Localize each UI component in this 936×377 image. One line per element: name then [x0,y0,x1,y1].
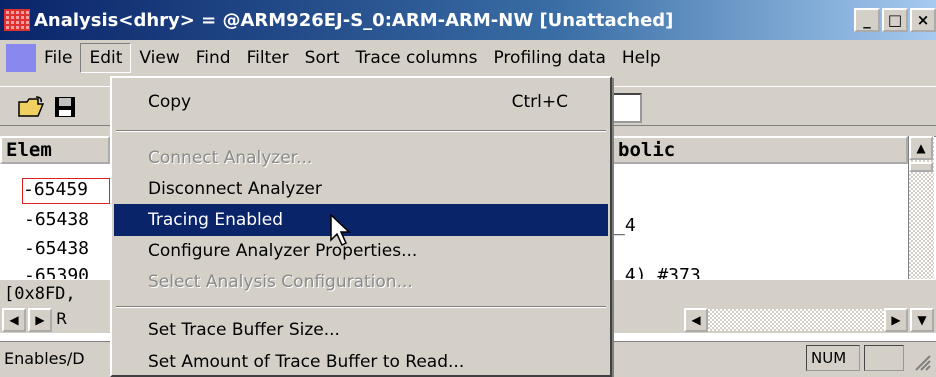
edit-menu-dropdown: Copy Ctrl+C Connect Analyzer... Disconne… [110,76,612,377]
minimize-button[interactable]: _ [854,8,880,32]
open-folder-icon[interactable] [16,93,46,121]
num-indicator: NUM [806,345,860,371]
mouse-pointer-icon [330,213,352,253]
table-row[interactable]: -65438 [24,238,89,259]
menu-item-tracing-enabled[interactable]: Tracing Enabled [114,204,608,236]
menu-item-disconnect-analyzer[interactable]: Disconnect Analyzer [114,173,608,205]
window-controls: _ □ × [852,8,936,32]
menu-item-configure-analyzer-properties[interactable]: Configure Analyzer Properties... [114,235,608,267]
menu-separator [116,130,606,132]
scroll-down-icon[interactable]: ▼ [910,308,934,332]
save-disk-icon[interactable] [50,93,80,121]
menu-item-copy[interactable]: Copy Ctrl+C [114,86,608,118]
menu-file[interactable]: File [36,43,80,73]
menu-separator [116,306,606,308]
scroll-up-icon[interactable]: ▲ [909,136,933,160]
table-row[interactable]: -65459 [22,178,110,204]
menu-item-select-analysis-configuration[interactable]: Select Analysis Configuration... [114,266,608,298]
menu-find[interactable]: Find [188,43,239,73]
menu-item-connect-analyzer[interactable]: Connect Analyzer... [114,142,608,174]
tab-scroll-right-icon[interactable]: ▶ [28,308,52,332]
menu-bar: File Edit View Find Filter Sort Trace co… [0,43,936,73]
menu-view[interactable]: View [131,43,187,73]
symbolic-cell: _4) #373 [614,265,701,279]
status-text: Enables/D [4,349,85,368]
close-button[interactable]: × [910,8,936,32]
title-bar[interactable]: Analysis<dhry> = @ARM926EJ-S_0:ARM-ARM-N… [0,0,936,40]
status-panel-empty [864,345,904,371]
app-icon [4,7,30,33]
menu-sort[interactable]: Sort [297,43,348,73]
tab-r[interactable]: R [56,309,67,328]
scroll-thumb[interactable] [909,162,933,172]
window-title: Analysis<dhry> = @ARM926EJ-S_0:ARM-ARM-N… [34,9,674,31]
menu-filter[interactable]: Filter [239,43,297,73]
menu-profiling-data[interactable]: Profiling data [485,43,613,73]
table-row[interactable]: -65438 [24,209,89,230]
maximize-button[interactable]: □ [882,8,908,32]
menu-edit[interactable]: Edit [80,43,132,73]
tab-scroll-left-icon[interactable]: ◀ [2,308,26,332]
menu-trace-columns[interactable]: Trace columns [348,43,486,73]
horizontal-scrollbar[interactable] [708,309,884,331]
menu-item-set-trace-buffer-size[interactable]: Set Trace Buffer Size... [114,314,608,346]
menu-item-shortcut: Ctrl+C [511,92,568,112]
menu-help[interactable]: Help [614,43,669,73]
table-row[interactable]: -65390 [24,265,89,279]
analysis-window: Analysis<dhry> = @ARM926EJ-S_0:ARM-ARM-N… [0,0,936,377]
menu-item-set-amount-trace-buffer[interactable]: Set Amount of Trace Buffer to Read... [114,346,608,377]
menu-item-label: Copy [148,92,192,112]
vertical-scrollbar[interactable]: ▲ [908,136,934,279]
document-icon[interactable] [6,44,36,72]
column-header-elem[interactable]: Elem [0,136,110,164]
hscroll-left-icon[interactable]: ◀ [684,308,708,332]
resize-grip-icon[interactable] [912,352,932,377]
column-header-symbolic[interactable]: bolic [612,136,908,164]
hscroll-right-icon[interactable]: ▶ [884,308,908,332]
symbolic-cell: _4 [614,215,636,236]
